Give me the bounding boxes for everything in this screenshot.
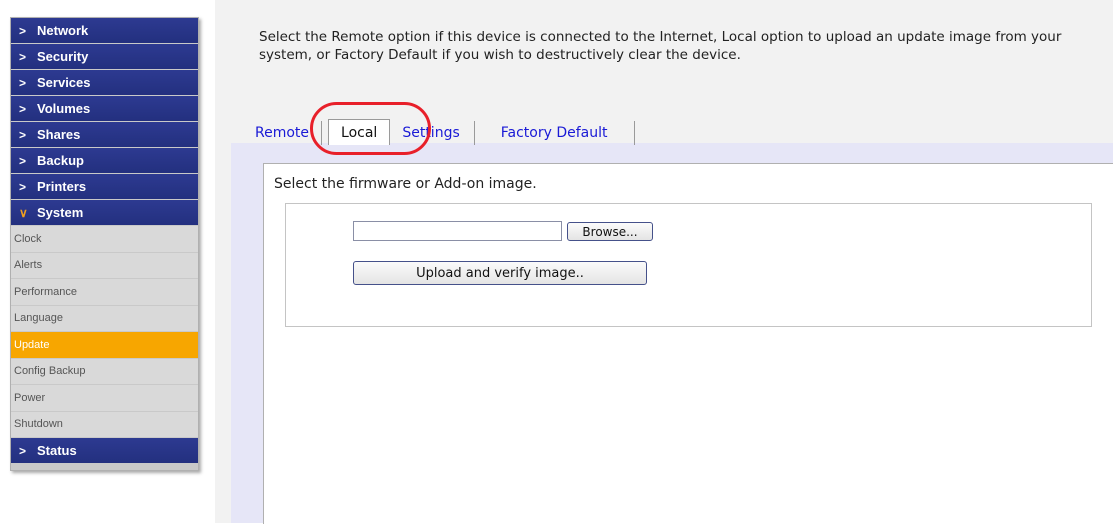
tab-settings[interactable]: Settings <box>396 121 475 145</box>
sidebar-item-network[interactable]: > Network <box>11 18 198 43</box>
sidebar-item-label: Backup <box>37 153 84 168</box>
sidebar-subitem-shutdown[interactable]: Shutdown <box>11 411 198 437</box>
sidebar-item-printers[interactable]: > Printers <box>11 174 198 199</box>
sidebar-item-label: Security <box>37 49 89 64</box>
file-path-input[interactable] <box>353 221 562 241</box>
chevron-down-icon: ∨ <box>19 205 28 220</box>
local-update-panel: Select the firmware or Add-on image. Bro… <box>263 163 1113 524</box>
tab-local[interactable]: Local <box>328 119 391 145</box>
chevron-right-icon: > <box>19 443 27 458</box>
chevron-right-icon: > <box>19 179 27 194</box>
tab-factory-default[interactable]: Factory Default <box>475 121 635 145</box>
sidebar-item-services[interactable]: > Services <box>11 70 198 95</box>
sidebar-subitem-clock[interactable]: Clock <box>11 226 198 252</box>
chevron-right-icon: > <box>19 153 27 168</box>
sidebar: > Network > Security > Services > Volume… <box>10 17 199 471</box>
section-title: Select the firmware or Add-on image. <box>274 176 537 192</box>
chevron-right-icon: > <box>19 49 27 64</box>
upload-verify-button[interactable]: Upload and verify image.. <box>353 261 647 285</box>
sidebar-subitem-update[interactable]: Update <box>11 332 198 358</box>
update-description: Select the Remote option if this device … <box>259 29 1062 63</box>
sidebar-item-backup[interactable]: > Backup <box>11 148 198 173</box>
browse-button[interactable]: Browse... <box>567 222 653 241</box>
sidebar-item-label: Printers <box>37 179 87 194</box>
chevron-right-icon: > <box>19 75 27 90</box>
sidebar-item-label: Volumes <box>37 101 91 116</box>
sidebar-subitem-power[interactable]: Power <box>11 385 198 411</box>
sidebar-item-volumes[interactable]: > Volumes <box>11 96 198 121</box>
chevron-right-icon: > <box>19 127 27 142</box>
sidebar-subitem-config-backup[interactable]: Config Backup <box>11 358 198 384</box>
sidebar-item-system[interactable]: ∨ System <box>11 200 198 225</box>
tab-panel: Select the firmware or Add-on image. Bro… <box>231 143 1113 524</box>
sidebar-item-label: Network <box>37 23 89 38</box>
chevron-right-icon: > <box>19 23 27 38</box>
sidebar-subitem-alerts[interactable]: Alerts <box>11 252 198 278</box>
chevron-right-icon: > <box>19 101 27 116</box>
sidebar-item-label: Status <box>37 443 77 458</box>
sidebar-item-label: System <box>37 205 84 220</box>
update-tabs: Remote Local Settings Factory Default <box>243 117 635 145</box>
tab-remote[interactable]: Remote <box>243 121 323 145</box>
sidebar-subitem-performance[interactable]: Performance <box>11 279 198 305</box>
sidebar-item-status[interactable]: > Status <box>11 438 198 463</box>
sidebar-subitem-language[interactable]: Language <box>11 305 198 331</box>
sidebar-item-security[interactable]: > Security <box>11 44 198 69</box>
upload-frame: Browse... Upload and verify image.. <box>285 203 1092 327</box>
sidebar-item-label: Shares <box>37 127 81 142</box>
sidebar-item-shares[interactable]: > Shares <box>11 122 198 147</box>
main-content: Select the Remote option if this device … <box>215 0 1113 524</box>
sidebar-item-label: Services <box>37 75 91 90</box>
